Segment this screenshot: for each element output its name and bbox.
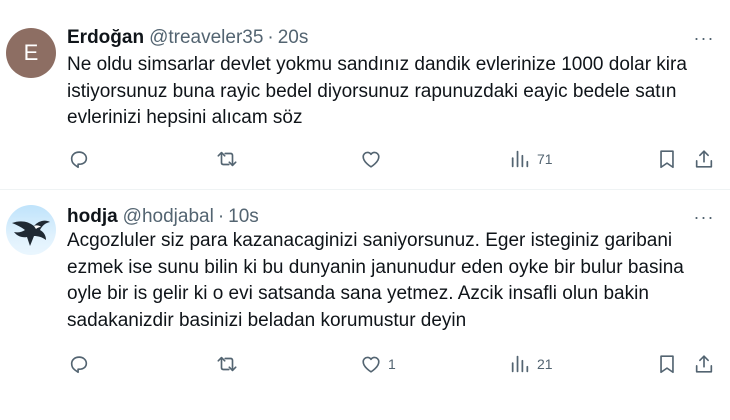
user-name[interactable]: hodja (67, 206, 118, 228)
more-options-icon[interactable]: ··· (692, 26, 716, 50)
avatar-letter: E (23, 40, 39, 65)
reply-button[interactable] (68, 145, 90, 173)
views-icon (511, 150, 529, 168)
timestamp[interactable]: 10s (228, 206, 259, 228)
user-name[interactable]: Erdoğan (67, 27, 144, 49)
tweet-actions: 71 (0, 145, 730, 173)
like-button[interactable] (360, 145, 388, 173)
retweet-icon (217, 356, 237, 372)
timestamp[interactable]: 20s (278, 27, 309, 49)
tweet-header: hodja @hodjabal · 10s (67, 205, 259, 229)
heart-icon (362, 356, 380, 373)
share-button[interactable] (693, 350, 715, 378)
separator-dot: · (267, 27, 274, 48)
avatar[interactable]: E (6, 28, 56, 78)
reply-icon (70, 151, 88, 169)
share-icon (695, 355, 713, 373)
reply-button[interactable] (68, 350, 90, 378)
tweet-actions: 1 21 (0, 350, 730, 378)
tweet[interactable]: E Erdoğan @treaveler35 · 20s ··· Ne oldu… (0, 0, 730, 190)
tweet-text: Ne oldu simsarlar devlet yokmu sandınız … (67, 54, 687, 128)
separator-dot: · (217, 206, 225, 227)
avatar[interactable] (6, 205, 56, 255)
views-count: 21 (537, 356, 553, 372)
views-button[interactable]: 21 (509, 350, 553, 378)
bookmark-button[interactable] (656, 145, 678, 173)
share-button[interactable] (693, 145, 715, 173)
tweet-text: Acgozluler siz para kazanacaginizi saniy… (67, 230, 684, 331)
heart-icon (362, 151, 380, 168)
bird-avatar-image (12, 220, 50, 246)
user-handle[interactable]: @treaveler35 (149, 27, 263, 49)
share-icon (695, 150, 713, 168)
bookmark-button[interactable] (656, 350, 678, 378)
user-handle[interactable]: @hodjabal (123, 206, 214, 228)
views-button[interactable]: 71 (509, 145, 553, 173)
retweet-icon (217, 151, 237, 167)
views-count: 71 (537, 151, 553, 167)
reply-icon (70, 356, 88, 374)
like-count: 1 (388, 356, 396, 372)
more-options-icon[interactable]: ··· (692, 205, 716, 229)
tweet[interactable]: hodja @hodjabal · 10s ··· Acgozluler siz… (0, 191, 730, 420)
bookmark-icon (660, 355, 674, 374)
like-button[interactable]: 1 (360, 350, 396, 378)
bookmark-icon (660, 150, 674, 169)
views-icon (511, 355, 529, 373)
retweet-button[interactable] (216, 350, 238, 378)
tweet-header: Erdoğan @treaveler35 · 20s (67, 26, 308, 50)
retweet-button[interactable] (216, 145, 238, 173)
